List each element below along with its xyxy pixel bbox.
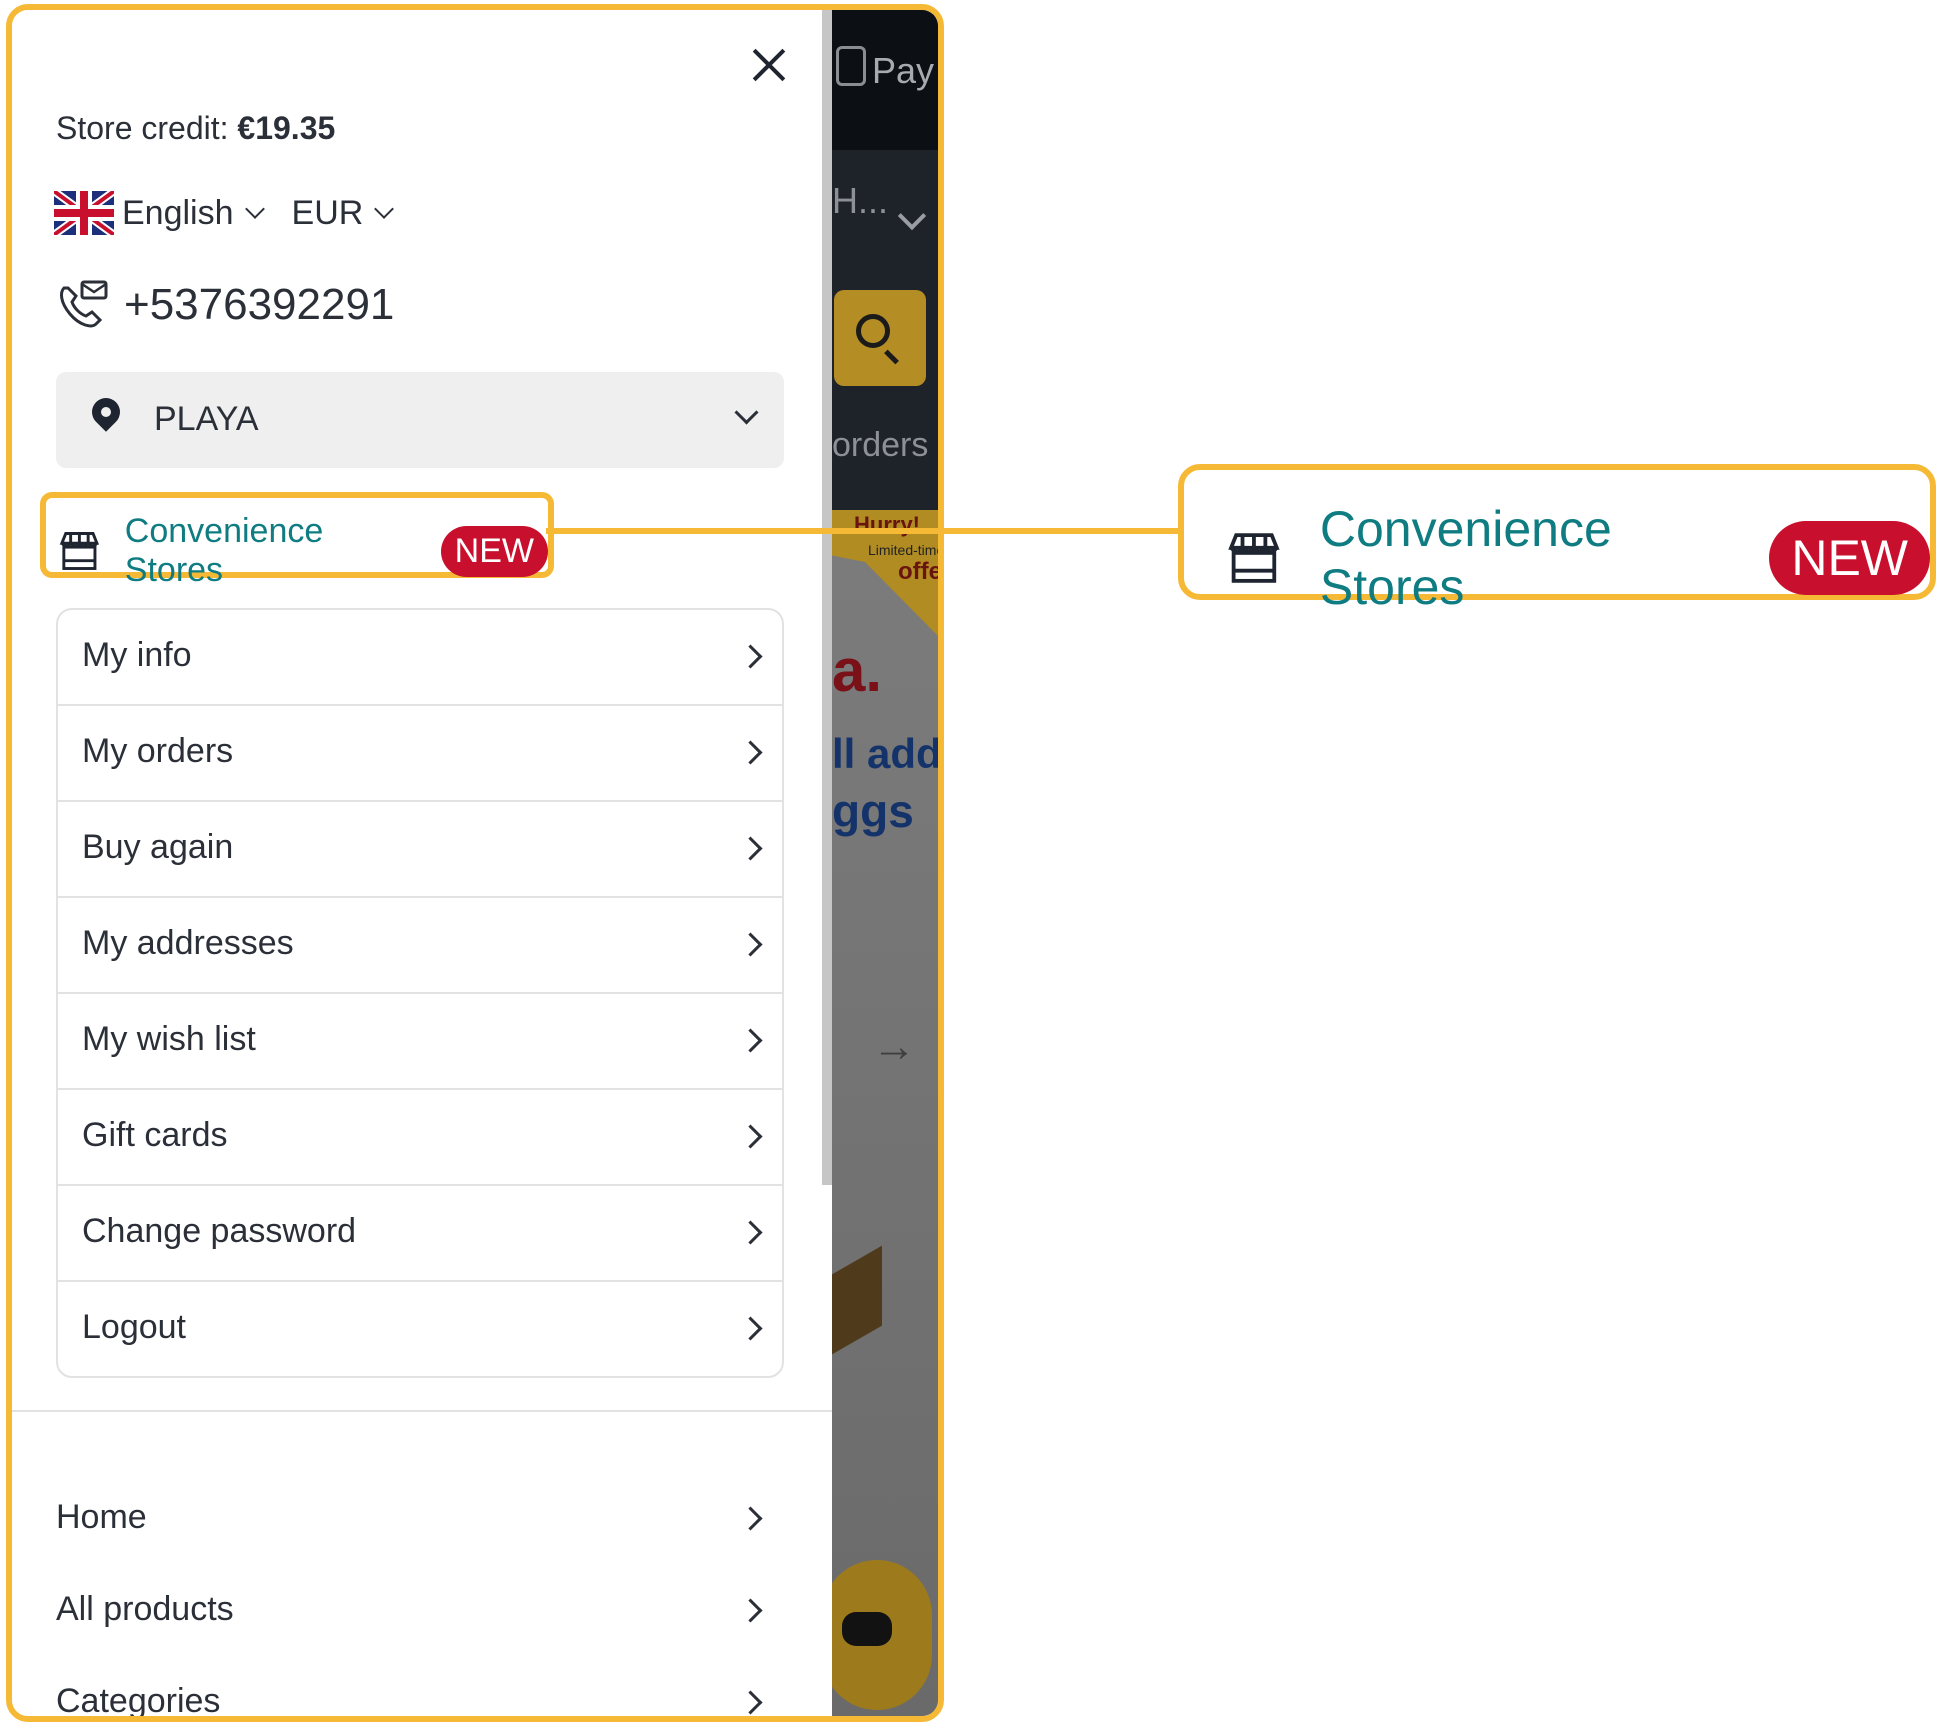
account-menu: My info My orders Buy again My addresses…	[56, 608, 784, 1378]
menu-item-my-addresses[interactable]: My addresses	[58, 898, 782, 994]
chevron-right-icon	[738, 1124, 763, 1149]
callout-label: Convenience Stores	[1319, 501, 1612, 615]
chevron-right-icon	[738, 836, 763, 861]
nav-item-label: Categories	[56, 1682, 221, 1720]
menu-item-my-orders[interactable]: My orders	[58, 706, 782, 802]
nav-item-all-products[interactable]: All products	[56, 1578, 784, 1648]
chevron-down-icon[interactable]	[244, 199, 265, 219]
menu-item-label: My orders	[82, 732, 234, 770]
arrow-right-icon[interactable]: →	[872, 1022, 916, 1072]
nav-item-home[interactable]: Home	[56, 1486, 784, 1556]
nav-item-categories[interactable]: Categories	[56, 1670, 784, 1720]
store-icon	[59, 532, 100, 570]
phone-number: +5376392291	[124, 280, 395, 329]
promo-hurry: Hurry!	[854, 512, 921, 537]
convenience-stores-link[interactable]: Convenience Stores NEW	[58, 512, 548, 590]
phone-contact[interactable]: +5376392291	[56, 278, 394, 332]
search-area	[832, 270, 938, 386]
store-credit: Store credit: €19.35	[56, 110, 335, 147]
chevron-right-icon	[738, 740, 763, 765]
language-select[interactable]: English	[122, 194, 234, 233]
chevron-down-icon	[734, 400, 759, 425]
nav-item-label: All products	[56, 1590, 234, 1628]
menu-item-label: Gift cards	[82, 1116, 228, 1154]
menu-item-label: My addresses	[82, 924, 294, 962]
phone-frame: Pay H... orders Hurry! Limited-time offe…	[6, 4, 944, 1722]
store-icon	[1228, 533, 1280, 583]
convenience-stores-label: Convenience Stores	[124, 512, 324, 589]
promo-line1: ll add	[832, 730, 942, 777]
chevron-right-icon	[738, 1220, 763, 1245]
callout-content: Convenience Stores NEW	[1226, 500, 1930, 616]
chevron-right-icon	[738, 1690, 763, 1715]
menu-item-logout[interactable]: Logout	[58, 1282, 782, 1376]
store-credit-label: Store credit:	[56, 110, 238, 146]
chevron-right-icon	[738, 1028, 763, 1053]
orders-bar: orders	[832, 386, 938, 510]
header-select[interactable]: H...	[832, 150, 938, 270]
pay-link[interactable]: Pay	[872, 50, 934, 92]
menu-item-my-info[interactable]: My info	[58, 610, 782, 706]
chevron-down-icon	[897, 201, 927, 231]
search-icon	[856, 314, 890, 348]
chevron-right-icon	[738, 1506, 763, 1531]
chat-button[interactable]	[832, 1560, 932, 1710]
menu-item-label: My wish list	[82, 1020, 256, 1058]
close-icon[interactable]	[744, 40, 794, 90]
menu-item-label: Logout	[82, 1308, 186, 1346]
background-page: Pay H... orders Hurry! Limited-time offe…	[832, 10, 944, 1716]
phone-mail-icon	[60, 280, 108, 328]
promo-letter: a.	[832, 637, 883, 704]
chevron-right-icon	[738, 644, 763, 669]
promo-offer: offer	[898, 558, 942, 585]
divider	[12, 1410, 832, 1412]
scrollbar[interactable]	[822, 10, 832, 1185]
nav-item-label: Home	[56, 1498, 147, 1536]
callout-connector	[546, 528, 1182, 534]
menu-item-label: My info	[82, 636, 192, 674]
side-drawer: Store credit: €19.35 English EUR +537639…	[12, 10, 832, 1716]
promo-line2: ggs	[832, 785, 914, 837]
currency-select[interactable]: EUR	[292, 194, 364, 233]
chevron-right-icon	[738, 1598, 763, 1623]
store-location-select[interactable]: PLAYA	[56, 372, 784, 468]
location-pin-icon	[86, 392, 126, 432]
menu-item-buy-again[interactable]: Buy again	[58, 802, 782, 898]
chevron-down-icon[interactable]	[374, 199, 395, 219]
chat-icon	[842, 1612, 892, 1646]
convenience-stores-highlight: Convenience Stores NEW	[40, 492, 554, 589]
orders-link[interactable]: orders	[832, 426, 928, 465]
chevron-right-icon	[738, 1316, 763, 1341]
menu-item-change-password[interactable]: Change password	[58, 1186, 782, 1282]
menu-item-my-wish-list[interactable]: My wish list	[58, 994, 782, 1090]
header-select-label: H...	[832, 180, 889, 221]
menu-item-label: Change password	[82, 1212, 357, 1250]
menu-item-label: Buy again	[82, 828, 234, 866]
language-currency-row: English EUR	[54, 190, 395, 236]
chevron-right-icon	[738, 932, 763, 957]
uk-flag-icon	[54, 191, 114, 235]
search-button[interactable]	[834, 290, 926, 386]
pay-icon	[836, 46, 866, 86]
callout-new-badge: NEW	[1769, 521, 1930, 595]
store-location-label: PLAYA	[154, 400, 259, 438]
promo-limited: Limited-time	[868, 542, 944, 558]
convenience-stores-callout: Convenience Stores NEW	[1178, 464, 1936, 615]
menu-item-gift-cards[interactable]: Gift cards	[58, 1090, 782, 1186]
new-badge: NEW	[440, 525, 548, 577]
store-credit-value: €19.35	[237, 110, 336, 146]
top-bar: Pay	[832, 10, 938, 150]
